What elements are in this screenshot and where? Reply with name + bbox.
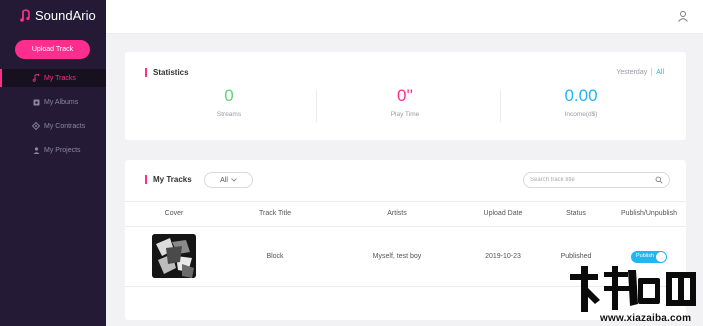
sidebar-item-label: My Tracks xyxy=(44,74,76,82)
track-cover-image[interactable] xyxy=(152,234,196,278)
toggle-knob xyxy=(656,252,666,262)
search-icon[interactable] xyxy=(655,176,663,184)
music-note-icon xyxy=(32,74,40,82)
stat-label: Streams xyxy=(216,111,242,118)
period-yesterday[interactable]: Yesterday xyxy=(616,69,647,76)
upload-track-button[interactable]: Upload Track xyxy=(15,40,90,59)
cover-artwork xyxy=(152,234,196,278)
sidebar-item-my-albums[interactable]: My Albums xyxy=(0,93,106,111)
sidebar-item-label: My Albums xyxy=(44,98,79,106)
publish-toggle-label: Publish xyxy=(636,253,655,259)
track-upload-date-cell: 2019-10-23 xyxy=(485,253,521,260)
section-accent-bar xyxy=(145,68,147,77)
sidebar-item-my-contracts[interactable]: My Contracts xyxy=(0,117,106,135)
column-header-artists: Artists xyxy=(387,210,407,217)
track-artists-cell: Myself, test boy xyxy=(372,253,422,260)
column-header-cover: Cover xyxy=(164,210,184,217)
stat-label: Income(d$) xyxy=(564,111,598,118)
my-tracks-title-text: My Tracks xyxy=(153,175,192,184)
stat-income: 0.00 Income(d$) xyxy=(486,86,676,118)
column-header-upload-date: Upload Date xyxy=(483,210,523,217)
stat-streams: 0 Streams xyxy=(134,86,324,118)
search-input[interactable] xyxy=(530,177,650,183)
period-divider xyxy=(651,68,653,76)
sidebar-item-label: My Projects xyxy=(44,146,81,154)
statistics-title: Statistics xyxy=(145,68,189,77)
contract-icon xyxy=(32,122,40,130)
sidebar-item-my-projects[interactable]: My Projects xyxy=(0,141,106,159)
user-icon xyxy=(32,146,40,154)
watermark-url: www.xiazaiba.com xyxy=(600,313,692,324)
my-tracks-title: My Tracks xyxy=(145,175,192,184)
sidebar-item-label: My Contracts xyxy=(44,122,86,130)
app-name: SoundArio xyxy=(35,8,96,23)
top-header xyxy=(106,0,703,34)
track-filter-dropdown[interactable]: All xyxy=(204,172,253,188)
stat-value: 0'' xyxy=(397,86,413,105)
table-header: Cover Track Title Artists Upload Date St… xyxy=(125,201,686,227)
sidebar: SoundArio Upload Track My Tracks My Albu… xyxy=(0,0,106,326)
stat-value: 0 xyxy=(224,86,234,105)
column-header-status: Status xyxy=(566,210,586,217)
soundario-logo-icon xyxy=(20,8,30,22)
user-account-icon[interactable] xyxy=(677,10,689,22)
statistics-card: Statistics Yesterday All 0 Streams 0'' P… xyxy=(125,52,686,140)
album-icon xyxy=(32,98,40,106)
column-header-track-title: Track Title xyxy=(258,210,292,217)
statistics-title-text: Statistics xyxy=(153,68,189,77)
stat-value: 0.00 xyxy=(564,86,598,105)
app-logo[interactable]: SoundArio xyxy=(20,8,96,23)
stat-play-time: 0'' Play Time xyxy=(310,86,500,118)
stat-label: Play Time xyxy=(390,111,420,118)
period-all[interactable]: All xyxy=(656,69,664,76)
track-title-cell[interactable]: Block xyxy=(240,253,310,260)
column-header-publish: Publish/Unpublish xyxy=(620,210,678,217)
filter-value: All xyxy=(220,176,228,184)
chevron-down-icon xyxy=(231,178,237,182)
track-status-cell: Published xyxy=(560,253,592,260)
section-accent-bar xyxy=(145,175,147,184)
track-search-box xyxy=(523,172,670,188)
sidebar-item-my-tracks[interactable]: My Tracks xyxy=(0,69,106,87)
period-selector: Yesterday All xyxy=(616,68,664,76)
